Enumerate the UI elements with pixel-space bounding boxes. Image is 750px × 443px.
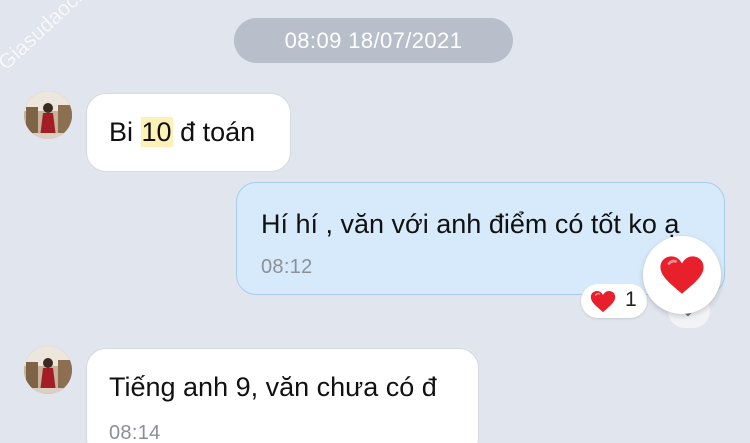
react-heart-button[interactable] (643, 236, 721, 314)
watermark: Giasudaochau.net (0, 0, 135, 75)
heart-icon (660, 256, 704, 294)
message-text-part: đ toán (172, 117, 256, 147)
message-text-part: Bi (109, 117, 141, 147)
chat-view: 08:09 18/07/2021 Bi 10 đ toán Hí hí , vă… (0, 0, 750, 443)
avatar[interactable] (24, 346, 72, 394)
message-time: 08:14 (109, 422, 161, 443)
message-text: Tiếng anh 9, văn chưa có đ (109, 372, 437, 402)
message-text: Hí hí , văn với anh điểm có tốt ko ạ (261, 209, 680, 239)
incoming-message[interactable]: Tiếng anh 9, văn chưa có đ 08:14 (86, 348, 479, 443)
avatar[interactable] (24, 91, 72, 139)
date-separator: 08:09 18/07/2021 (234, 18, 513, 63)
avatar-photo-icon (24, 346, 72, 394)
highlighted-text: 10 (140, 117, 173, 147)
reaction-count-chip[interactable]: 1 (581, 284, 647, 318)
heart-icon (590, 290, 616, 313)
reaction-count: 1 (625, 288, 637, 311)
avatar-photo-icon (24, 91, 72, 139)
message-text: Bi 10 đ toán (109, 117, 255, 148)
incoming-message[interactable]: Bi 10 đ toán (86, 93, 291, 172)
message-time: 08:12 (261, 256, 313, 278)
